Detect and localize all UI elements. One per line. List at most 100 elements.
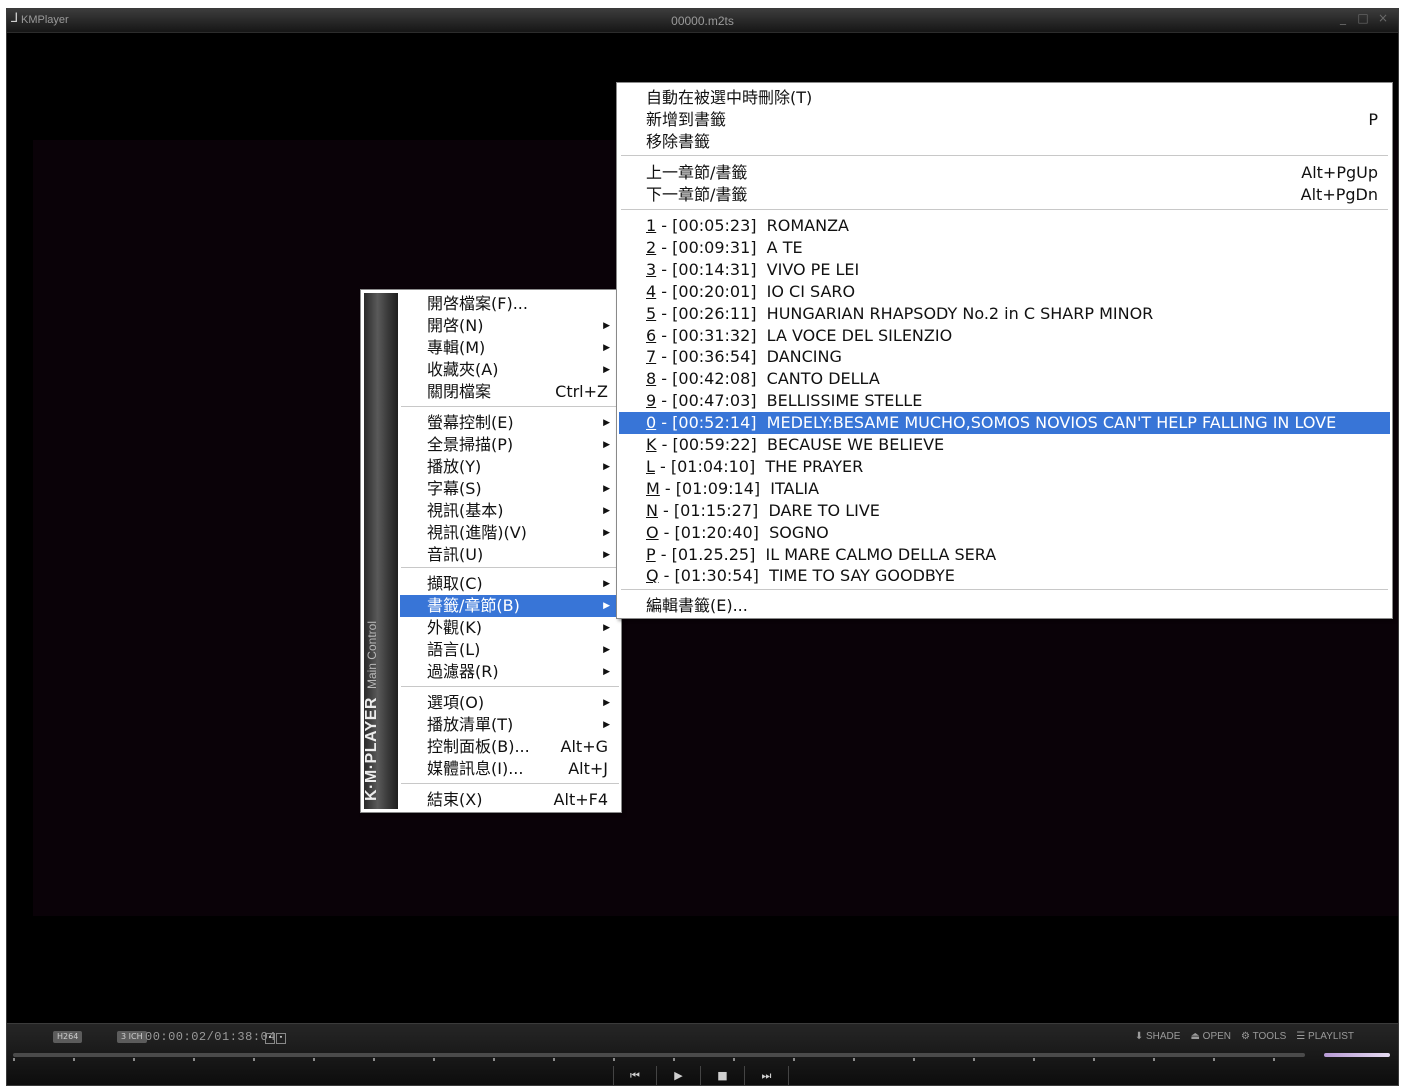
chapter-item[interactable]: 7 - [00:36:54] DANCING: [619, 346, 1390, 368]
chapter-item[interactable]: Q - [01:30:54] TIME TO SAY GOODBYE: [619, 565, 1390, 587]
main-menu-item[interactable]: 字幕(S) ▶: [400, 478, 620, 500]
menu-item-label: 媒體訊息(I)...: [427, 759, 524, 778]
bookmark-action-item[interactable]: 自動在被選中時刪除(T): [619, 87, 1390, 109]
main-menu-item[interactable]: 全景掃描(P) ▶: [400, 434, 620, 456]
minimize-button[interactable]: _: [1336, 11, 1350, 25]
chapter-time: [00:47:03]: [672, 391, 757, 411]
chapter-time: [00:26:11]: [672, 303, 757, 323]
time-mode-icons[interactable]: ▪ ▪: [265, 1031, 287, 1044]
menu-item-label: 開啓檔案(F)...: [427, 294, 528, 313]
playlist-label: PLAYLIST: [1308, 1031, 1354, 1042]
chapter-item[interactable]: 2 - [00:09:31] A TE: [619, 237, 1390, 259]
chapter-dash: -: [656, 369, 673, 389]
chapter-item[interactable]: K - [00:59:22] BECAUSE WE BELIEVE: [619, 434, 1390, 456]
main-menu-item[interactable]: 關閉檔案 Ctrl+Z: [400, 381, 620, 403]
status-row: H264 3 ICH 00:00:02/01:38:04 ▪ ▪ ⬇ SHADE …: [7, 1030, 1398, 1046]
bookmark-action-item[interactable]: 移除書籤: [619, 131, 1390, 153]
chapter-item[interactable]: N - [01:15:27] DARE TO LIVE: [619, 500, 1390, 522]
chapter-nav-item[interactable]: 下一章節/書籤 Alt+PgDn: [619, 184, 1390, 206]
video-codec-badge: H264: [53, 1031, 83, 1043]
chapter-item[interactable]: O - [01:20:40] SOGNO: [619, 522, 1390, 544]
chapter-key: 6: [646, 325, 657, 345]
main-menu-item[interactable]: 播放清單(T) ▶: [400, 714, 620, 736]
shade-button[interactable]: ⬇ SHADE: [1135, 1031, 1181, 1042]
chapter-key: P: [646, 544, 656, 564]
playlist-button[interactable]: ☰ PLAYLIST: [1296, 1031, 1354, 1042]
main-menu-item[interactable]: 開啓(N) ▶: [400, 315, 620, 337]
main-menu-item[interactable]: 書籤/章節(B) ▶: [400, 595, 620, 617]
chapter-nav-item[interactable]: 上一章節/書籤 Alt+PgUp: [619, 162, 1390, 184]
tools-button[interactable]: ⚙ TOOLS: [1241, 1031, 1286, 1042]
submenu-arrow-icon: ▶: [603, 645, 610, 655]
chapter-title: BECAUSE WE BELIEVE: [766, 435, 945, 454]
chapter-item[interactable]: 5 - [00:26:11] HUNGARIAN RHAPSODY No.2 i…: [619, 303, 1390, 325]
main-menu-item[interactable]: 開啓檔案(F)...: [400, 293, 620, 315]
chapter-item-label: K - [00:59:22] BECAUSE WE BELIEVE: [646, 434, 944, 456]
menu-separator: [621, 155, 1388, 156]
menu-item-shortcut: Alt+G: [560, 737, 608, 756]
menu-item-label: 全景掃描(P): [427, 435, 514, 454]
next-button[interactable]: ⏭: [745, 1066, 789, 1085]
title-bar[interactable]: ⅃ KMPlayer 00000.m2ts _ □ ×: [7, 9, 1398, 33]
main-menu-item[interactable]: 音訊(U) ▶: [400, 544, 620, 566]
open-button[interactable]: ⏏ OPEN: [1190, 1031, 1231, 1042]
chapter-dash: -: [654, 456, 671, 476]
main-menu-item[interactable]: 播放(Y) ▶: [400, 456, 620, 478]
chapter-item-label: N - [01:15:27] DARE TO LIVE: [646, 500, 880, 522]
main-menu-item[interactable]: 控制面板(B)... Alt+G: [400, 736, 620, 758]
main-menu-item[interactable]: 視訊(進階)(V) ▶: [400, 522, 620, 544]
bookmark-action-item[interactable]: 新增到書籤 P: [619, 109, 1390, 131]
chapter-item[interactable]: 9 - [00:47:03] BELLISSIME STELLE: [619, 390, 1390, 412]
menu-item-label: 語言(L): [427, 640, 481, 659]
main-menu-item[interactable]: 擷取(C) ▶: [400, 573, 620, 595]
chapter-item-label: 8 - [00:42:08] CANTO DELLA: [646, 368, 880, 390]
menu-item-label: 外觀(K): [427, 618, 482, 637]
main-menu-item[interactable]: 螢幕控制(E) ▶: [400, 412, 620, 434]
chapter-item[interactable]: 6 - [00:31:32] LA VOCE DEL SILENZIO: [619, 325, 1390, 347]
play-button[interactable]: ▶: [657, 1066, 701, 1085]
chapter-item-label: 4 - [00:20:01] IO CI SARO: [646, 281, 855, 303]
stop-button[interactable]: ■: [701, 1066, 745, 1085]
menu-separator: [621, 209, 1388, 210]
chapter-key: 3: [646, 259, 657, 279]
previous-button[interactable]: ⏮: [613, 1066, 657, 1085]
chapter-item[interactable]: L - [01:04:10] THE PRAYER: [619, 456, 1390, 478]
menu-item-label: 結束(X): [427, 790, 483, 809]
chapter-item[interactable]: 8 - [00:42:08] CANTO DELLA: [619, 368, 1390, 390]
edit-bookmarks-item[interactable]: 編輯書籤(E)...: [619, 595, 1390, 617]
chapter-time: [01:20:40]: [674, 522, 759, 542]
audio-codec-badge: 3 ICH: [117, 1031, 147, 1043]
volume-slider[interactable]: [1324, 1053, 1390, 1057]
chapter-dash: -: [657, 500, 674, 520]
main-menu-item[interactable]: 選項(O) ▶: [400, 692, 620, 714]
chapter-time: [01:30:54]: [674, 566, 759, 586]
chapter-item[interactable]: 1 - [00:05:23] ROMANZA: [619, 215, 1390, 237]
chapter-dash: -: [656, 259, 673, 279]
chapter-item[interactable]: 4 - [00:20:01] IO CI SARO: [619, 281, 1390, 303]
control-bar: H264 3 ICH 00:00:02/01:38:04 ▪ ▪ ⬇ SHADE …: [7, 1023, 1398, 1085]
chapter-gap: [756, 347, 766, 366]
main-menu-item[interactable]: 過濾器(R) ▶: [400, 661, 620, 683]
main-menu-item[interactable]: 收藏夾(A) ▶: [400, 359, 620, 381]
chapter-item[interactable]: P - [01.25.25] IL MARE CALMO DELLA SERA: [619, 544, 1390, 566]
chapter-key: 5: [646, 303, 657, 323]
chapter-key: 4: [646, 281, 657, 301]
seek-bar[interactable]: [13, 1053, 1305, 1057]
chapter-item-label: P - [01.25.25] IL MARE CALMO DELLA SERA: [646, 544, 996, 566]
main-menu-item[interactable]: 結束(X) Alt+F4: [400, 789, 620, 811]
main-menu-item[interactable]: 視訊(基本) ▶: [400, 500, 620, 522]
main-menu-item[interactable]: 專輯(M) ▶: [400, 337, 620, 359]
chapter-item[interactable]: 0 - [00:52:14] MEDELY:BESAME MUCHO,SOMOS…: [619, 412, 1390, 435]
chapter-item[interactable]: M - [01:09:14] ITALIA: [619, 478, 1390, 500]
maximize-button[interactable]: □: [1356, 11, 1370, 25]
submenu-arrow-icon: ▶: [603, 462, 610, 472]
close-button[interactable]: ×: [1376, 11, 1390, 25]
chapter-item[interactable]: 3 - [00:14:31] VIVO PE LEI: [619, 259, 1390, 281]
submenu-arrow-icon: ▶: [603, 321, 610, 331]
time-display[interactable]: 00:00:02/01:38:04: [145, 1030, 276, 1044]
main-menu-item[interactable]: 語言(L) ▶: [400, 639, 620, 661]
menu-item-shortcut: Alt+J: [568, 759, 608, 778]
chapter-item-label: Q - [01:30:54] TIME TO SAY GOODBYE: [646, 565, 955, 587]
main-menu-item[interactable]: 外觀(K) ▶: [400, 617, 620, 639]
main-menu-item[interactable]: 媒體訊息(I)... Alt+J: [400, 758, 620, 780]
